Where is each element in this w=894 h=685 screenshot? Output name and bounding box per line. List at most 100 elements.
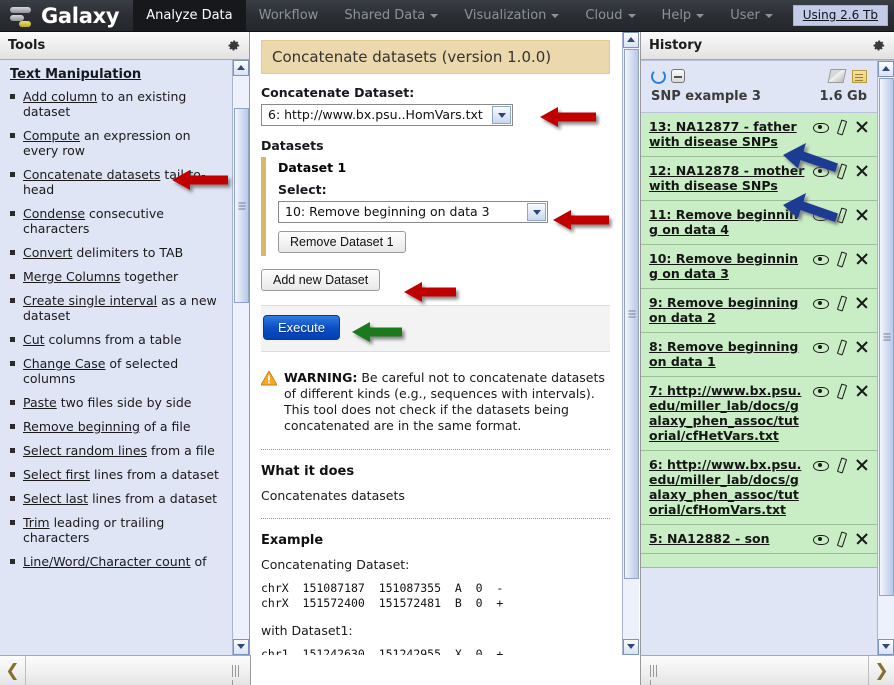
pencil-icon[interactable]: [834, 458, 848, 472]
tool-link[interactable]: Select first: [23, 467, 90, 482]
tool-link[interactable]: Line/Word/Character count: [23, 554, 191, 569]
galaxy-brand[interactable]: Galaxy: [0, 0, 133, 31]
nav-workflow[interactable]: Workflow: [246, 0, 332, 31]
scroll-down-button[interactable]: [623, 639, 639, 655]
tool-link[interactable]: Cut: [23, 332, 45, 347]
pencil-icon[interactable]: [834, 164, 848, 178]
scroll-up-button[interactable]: [878, 61, 894, 77]
history-item-title[interactable]: 9: Remove beginning on data 2: [649, 295, 807, 325]
eye-icon[interactable]: [813, 340, 829, 354]
collapse-tools-panel-button[interactable]: ❮: [0, 655, 26, 685]
gear-icon[interactable]: [226, 38, 241, 53]
eye-icon[interactable]: [813, 252, 829, 266]
scroll-thumb[interactable]: [234, 108, 249, 303]
tool-link[interactable]: Compute: [23, 128, 80, 143]
pencil-icon[interactable]: [834, 532, 848, 546]
annotation-icon[interactable]: [852, 69, 867, 83]
scroll-up-button[interactable]: [623, 32, 639, 48]
tool-link[interactable]: Select last: [23, 491, 88, 506]
quota-badge[interactable]: Using 2.6 Tb: [792, 5, 888, 26]
center-panel-scrollbar[interactable]: [622, 32, 639, 655]
tools-panel-scrollbar[interactable]: [232, 60, 249, 655]
history-item[interactable]: 7: http://www.bx.psu.edu/miller_lab/docs…: [641, 377, 877, 451]
scroll-up-button[interactable]: [233, 60, 249, 76]
tool-section-text-manipulation[interactable]: Text Manipulation: [10, 67, 227, 82]
history-item[interactable]: 5: NA12882 - son: [641, 525, 877, 554]
history-item-title[interactable]: 10: Remove beginning on data 3: [649, 251, 807, 281]
nav-user[interactable]: User: [717, 0, 786, 31]
history-item[interactable]: 13: NA12877 - father with disease SNPs: [641, 113, 877, 157]
scroll-thumb[interactable]: [879, 78, 894, 596]
pencil-icon[interactable]: [834, 208, 848, 222]
history-item-title[interactable]: 5: NA12882 - son: [649, 531, 807, 546]
eye-icon[interactable]: [813, 296, 829, 310]
delete-icon[interactable]: [855, 208, 869, 222]
pencil-icon[interactable]: [834, 296, 848, 310]
collapse-history-panel-button[interactable]: ❯: [868, 655, 894, 685]
nav-analyze-data[interactable]: Analyze Data: [133, 0, 246, 31]
dataset-1-select[interactable]: 10: Remove beginning on data 3: [278, 201, 548, 223]
delete-icon[interactable]: [855, 340, 869, 354]
collapse-all-icon[interactable]: [671, 69, 685, 83]
tool-link-concatenate-datasets[interactable]: Concatenate datasets: [23, 167, 160, 182]
history-panel-scrollbar[interactable]: [877, 61, 894, 655]
gear-icon[interactable]: [871, 38, 886, 53]
concatenate-dataset-select[interactable]: 6: http://www.bx.psu..HomVars.txt: [261, 104, 513, 126]
history-item[interactable]: 12: NA12878 - mother with disease SNPs: [641, 157, 877, 201]
eye-icon[interactable]: [813, 208, 829, 222]
history-item[interactable]: 8: Remove beginning on data 1: [641, 333, 877, 377]
history-item[interactable]: 9: Remove beginning on data 2: [641, 289, 877, 333]
tool-link[interactable]: Change Case: [23, 356, 105, 371]
pencil-icon[interactable]: [834, 340, 848, 354]
tool-link[interactable]: Create single interval: [23, 293, 157, 308]
tags-icon[interactable]: [827, 69, 847, 83]
history-item-title[interactable]: 8: Remove beginning on data 1: [649, 339, 807, 369]
remove-dataset-1-button[interactable]: Remove Dataset 1: [278, 231, 406, 253]
eye-icon[interactable]: [813, 120, 829, 134]
history-item-title[interactable]: 7: http://www.bx.psu.edu/miller_lab/docs…: [649, 383, 807, 443]
history-item-title[interactable]: 6: http://www.bx.psu.edu/miller_lab/docs…: [649, 457, 807, 517]
execute-button[interactable]: Execute: [263, 315, 340, 340]
history-item-title[interactable]: 12: NA12878 - mother with disease SNPs: [649, 163, 807, 193]
panel-resize-grip[interactable]: [232, 664, 241, 685]
chevron-down-icon[interactable]: [492, 106, 511, 124]
delete-icon[interactable]: [855, 252, 869, 266]
tool-link[interactable]: Trim: [23, 515, 50, 530]
history-item[interactable]: [641, 554, 877, 568]
delete-icon[interactable]: [855, 164, 869, 178]
scroll-down-button[interactable]: [233, 639, 249, 655]
chevron-down-icon[interactable]: [527, 203, 546, 221]
eye-icon[interactable]: [813, 384, 829, 398]
history-item[interactable]: 6: http://www.bx.psu.edu/miller_lab/docs…: [641, 451, 877, 525]
tool-link[interactable]: Convert: [23, 245, 72, 260]
tool-link[interactable]: Paste: [23, 395, 57, 410]
nav-help[interactable]: Help: [649, 0, 718, 31]
delete-icon[interactable]: [855, 532, 869, 546]
tool-link[interactable]: Select random lines: [23, 443, 147, 458]
delete-icon[interactable]: [855, 458, 869, 472]
history-item-title[interactable]: 13: NA12877 - father with disease SNPs: [649, 119, 807, 149]
history-item[interactable]: 10: Remove beginning on data 3: [641, 245, 877, 289]
eye-icon[interactable]: [813, 164, 829, 178]
tool-link[interactable]: Add column: [23, 89, 97, 104]
delete-icon[interactable]: [855, 120, 869, 134]
panel-resize-grip[interactable]: [650, 664, 659, 685]
nav-shared-data[interactable]: Shared Data: [331, 0, 451, 31]
add-new-dataset-button[interactable]: Add new Dataset: [261, 269, 381, 291]
eye-icon[interactable]: [813, 532, 829, 546]
eye-icon[interactable]: [813, 458, 829, 472]
scroll-thumb[interactable]: [624, 49, 639, 579]
scroll-down-button[interactable]: [878, 639, 894, 655]
pencil-icon[interactable]: [834, 252, 848, 266]
tool-link[interactable]: Merge Columns: [23, 269, 120, 284]
tool-link[interactable]: Condense: [23, 206, 85, 221]
delete-icon[interactable]: [855, 384, 869, 398]
pencil-icon[interactable]: [834, 120, 848, 134]
history-item[interactable]: 11: Remove beginning on data 4: [641, 201, 877, 245]
history-name[interactable]: SNP example 3: [651, 89, 761, 104]
nav-cloud[interactable]: Cloud: [572, 0, 648, 31]
delete-icon[interactable]: [855, 296, 869, 310]
nav-visualization[interactable]: Visualization: [451, 0, 572, 31]
pencil-icon[interactable]: [834, 384, 848, 398]
history-item-title[interactable]: 11: Remove beginning on data 4: [649, 207, 807, 237]
